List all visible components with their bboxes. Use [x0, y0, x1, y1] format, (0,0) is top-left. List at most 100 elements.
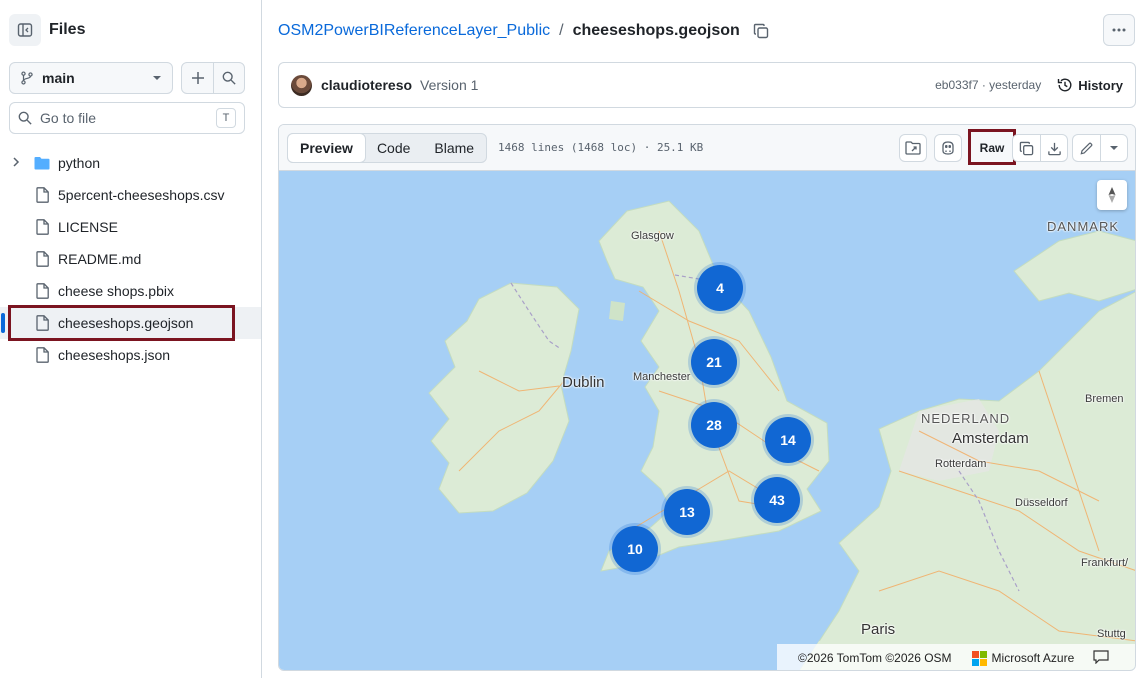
tree-item-file[interactable]: README.md [0, 243, 261, 275]
folder-icon [34, 157, 50, 170]
tree-item-label: python [58, 155, 101, 171]
copy-path-button[interactable] [753, 23, 769, 39]
commit-author[interactable]: claudiotereso [321, 77, 412, 93]
history-button[interactable]: History [1057, 77, 1123, 93]
add-file-button[interactable] [182, 63, 213, 93]
open-in-folder-button[interactable] [899, 134, 927, 162]
go-to-file-input[interactable]: Go to file T [9, 102, 245, 134]
file-viewer: Preview Code Blame 1468 lines (1468 loc)… [278, 124, 1136, 671]
copy-download-group [1012, 134, 1068, 162]
sidebar-actions [181, 62, 245, 94]
file-tree-sidebar: Files main Go to file T python 5percent-… [0, 0, 262, 678]
search-icon [18, 111, 32, 125]
map-provider-label: Microsoft Azure [991, 651, 1075, 665]
kebab-horizontal-icon [1112, 28, 1126, 32]
sidebar-header: Files [9, 13, 85, 47]
tab-blame[interactable]: Blame [422, 134, 486, 162]
map-feedback-button[interactable] [1093, 649, 1109, 667]
copilot-icon [942, 141, 954, 155]
tree-item-label: 5percent-cheeseshops.csv [58, 187, 225, 203]
microsoft-logo-icon [971, 650, 987, 666]
caret-down-icon [1110, 146, 1118, 150]
tab-preview[interactable]: Preview [287, 133, 366, 163]
edit-group [1072, 134, 1128, 162]
commit-sha-time[interactable]: eb033f7 · yesterday [935, 78, 1041, 92]
download-icon [1047, 142, 1061, 155]
map-cluster-marker[interactable]: 21 [691, 339, 737, 385]
map-label-manchester: Manchester [633, 371, 691, 383]
go-to-file-placeholder: Go to file [40, 110, 97, 126]
download-button[interactable] [1040, 135, 1067, 161]
compass-icon [1108, 187, 1116, 203]
avatar[interactable] [291, 74, 312, 96]
map-label-danmark: DANMARK [1047, 219, 1120, 234]
branch-row: main [9, 62, 245, 94]
file-icon [35, 187, 49, 203]
map-cluster-marker[interactable]: 10 [612, 526, 658, 572]
edit-options-dropdown[interactable] [1100, 135, 1127, 161]
copy-icon [1019, 141, 1034, 155]
caret-down-icon [153, 76, 161, 80]
map-cluster-marker[interactable]: 13 [664, 489, 710, 535]
commit-message[interactable]: Version 1 [420, 77, 478, 93]
map-attribution-text: ©2026 TomTom ©2026 OSM [798, 651, 952, 665]
history-icon [1058, 78, 1072, 92]
pencil-icon [1080, 142, 1093, 154]
breadcrumb-separator: / [559, 22, 564, 39]
file-directory-symlink-icon [905, 141, 921, 155]
map-label-bremen: Bremen [1085, 393, 1124, 405]
file-toolbar: Preview Code Blame 1468 lines (1468 loc)… [279, 125, 1135, 171]
latest-commit-bar: claudiotereso Version 1 eb033f7 · yester… [278, 62, 1136, 108]
copilot-button[interactable] [934, 134, 962, 162]
edit-file-button[interactable] [1073, 135, 1100, 161]
copy-raw-button[interactable] [1013, 135, 1040, 161]
sidebar-toggle-icon [17, 23, 33, 37]
map-label-nederland: NEDERLAND [921, 411, 1011, 426]
sidebar-title: Files [49, 21, 86, 38]
plus-icon [191, 72, 204, 84]
map-attribution-bar: ©2026 TomTom ©2026 OSM Microsoft Azure [777, 644, 1135, 670]
tree-item-label: LICENSE [58, 219, 118, 235]
history-label: History [1078, 77, 1123, 93]
breadcrumb-repo-link[interactable]: OSM2PowerBIReferenceLayer_Public [278, 22, 550, 40]
copy-icon [753, 23, 768, 39]
map-label-dusseldorf: Düsseldorf [1015, 497, 1068, 509]
map-preview[interactable]: Glasgow Dublin Manchester Amsterdam Rott… [279, 171, 1135, 670]
highlight-annotation-box [8, 305, 235, 341]
file-icon [35, 283, 49, 299]
map-label-frankfurt: Frankfurt/ [1081, 557, 1129, 569]
breadcrumb-file-name: cheeseshops.geojson [572, 22, 740, 39]
tree-item-file[interactable]: cheeseshops.json [0, 339, 261, 371]
breadcrumb: OSM2PowerBIReferenceLayer_Public / chees… [278, 18, 769, 44]
feedback-icon [1093, 649, 1109, 664]
map-cluster-marker[interactable]: 43 [754, 477, 800, 523]
map-label-paris: Paris [861, 621, 896, 638]
tree-item-python[interactable]: python [0, 147, 261, 179]
search-files-button[interactable] [213, 63, 244, 93]
more-options-button[interactable] [1103, 14, 1135, 46]
branch-name: main [42, 70, 75, 86]
search-icon [222, 71, 236, 85]
tab-code[interactable]: Code [365, 134, 422, 162]
tree-item-file[interactable]: 5percent-cheeseshops.csv [0, 179, 261, 211]
sidebar-collapse-button[interactable] [9, 14, 41, 46]
file-icon [35, 251, 49, 267]
map-label-rotterdam: Rotterdam [935, 458, 987, 470]
map-cluster-marker[interactable]: 28 [691, 402, 737, 448]
map-label-stuttgart: Stuttg [1097, 628, 1126, 640]
map-compass-button[interactable] [1097, 180, 1127, 210]
raw-button[interactable]: Raw [973, 134, 1011, 161]
tree-item-label: cheese shops.pbix [58, 283, 174, 299]
branch-selector[interactable]: main [9, 62, 173, 94]
map-cluster-marker[interactable]: 4 [697, 265, 743, 311]
tree-item-file[interactable]: LICENSE [0, 211, 261, 243]
tree-item-file[interactable]: cheese shops.pbix [0, 275, 261, 307]
tree-item-label: cheeseshops.json [58, 347, 171, 363]
git-branch-icon [21, 71, 33, 85]
chevron-right-icon[interactable] [10, 156, 22, 168]
map-cluster-marker[interactable]: 14 [765, 417, 811, 463]
keyboard-shortcut-badge: T [216, 108, 236, 128]
file-icon [35, 219, 49, 235]
map-label-amsterdam: Amsterdam [952, 430, 1029, 447]
file-icon [35, 347, 49, 363]
